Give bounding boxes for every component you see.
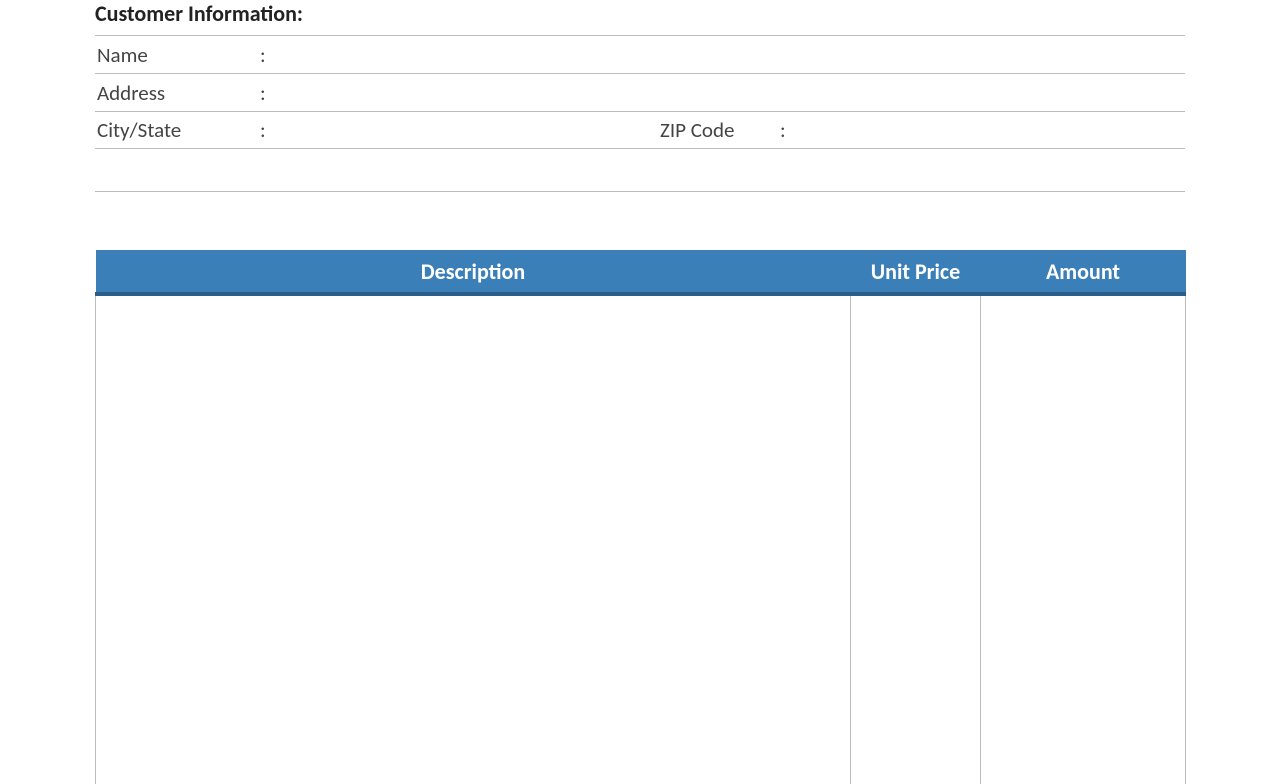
citystate-label: City/State xyxy=(95,117,260,143)
customer-name-row: Name : xyxy=(95,35,1185,73)
cell-description xyxy=(96,294,851,784)
section-divider xyxy=(95,191,1185,192)
name-colon: : xyxy=(260,42,280,68)
zip-colon: : xyxy=(780,117,800,143)
header-description: Description xyxy=(96,250,851,294)
table-header-row: Description Unit Price Amount xyxy=(96,250,1186,294)
customer-citystate-row: City/State : ZIP Code : xyxy=(95,111,1185,149)
table-body-row xyxy=(96,294,1186,784)
zip-label: ZIP Code xyxy=(660,117,780,143)
invoice-page: Customer Information: Name : Address : C… xyxy=(95,0,1185,784)
cell-amount xyxy=(981,294,1186,784)
line-items-table: Description Unit Price Amount xyxy=(95,250,1186,784)
header-amount: Amount xyxy=(981,250,1186,294)
header-unit-price: Unit Price xyxy=(851,250,981,294)
address-label: Address xyxy=(95,80,260,106)
cell-unit-price xyxy=(851,294,981,784)
customer-info-heading: Customer Information: xyxy=(95,0,1185,35)
customer-address-row: Address : xyxy=(95,73,1185,111)
address-colon: : xyxy=(260,80,280,106)
citystate-colon: : xyxy=(260,117,280,143)
name-label: Name xyxy=(95,42,260,68)
